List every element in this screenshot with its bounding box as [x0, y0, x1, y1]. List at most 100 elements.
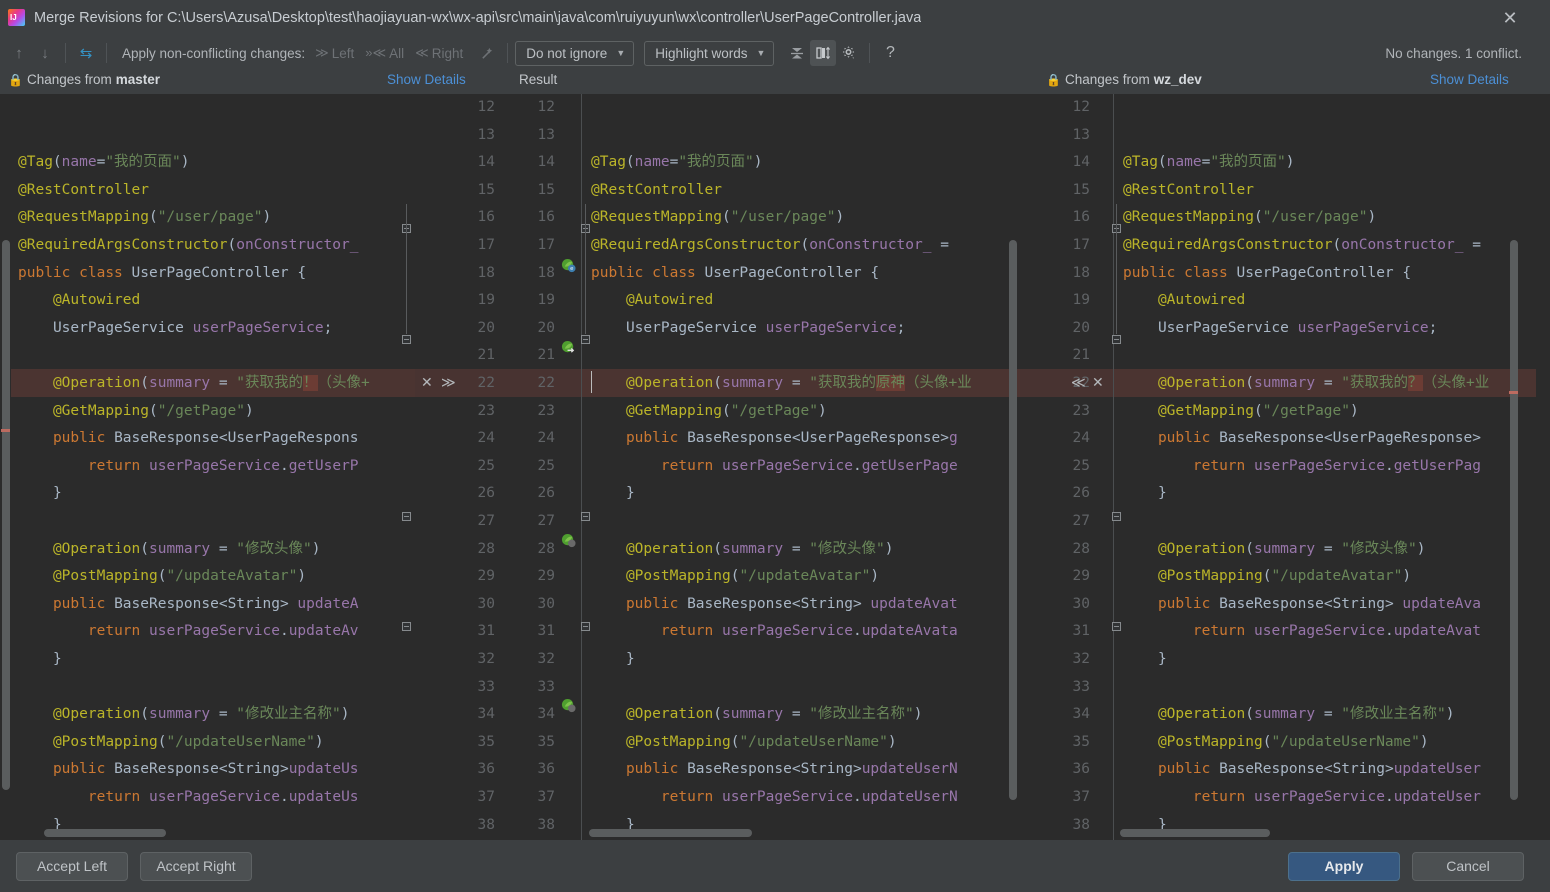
right-error-stripe[interactable]: [1509, 391, 1518, 394]
settings-gear-icon[interactable]: [836, 40, 862, 66]
merge-editors-area: @Tag(name="我的页面") @RestController @Request…: [0, 94, 1550, 840]
diff-toolbar: ↑ ↓ ⇆ Apply non-conflicting changes: ≫ L…: [0, 36, 1550, 70]
apply-right-label: Right: [431, 45, 464, 61]
lock-icon: 🔒: [1046, 72, 1061, 87]
code-line: }: [52, 485, 62, 502]
highlight-policy-value: Highlight words: [655, 45, 748, 61]
spring-bean-icon[interactable]: e: [561, 258, 576, 273]
code-line: @Operation(summary = "修改头像"): [625, 540, 894, 557]
right-code-layer: @Tag(name="我的页面") @RestController @Request…: [1020, 94, 1536, 840]
fold-marker[interactable]: [581, 512, 590, 521]
apply-left-button[interactable]: ≫ Left: [315, 45, 354, 61]
fold-marker[interactable]: [1112, 512, 1121, 521]
result-code-layer: @Tag(name="我的页面") @RestController @Request…: [415, 94, 1020, 840]
synchronize-scroll-icon[interactable]: ⇆: [73, 40, 99, 66]
code-line: @RequestMapping("/user/page"): [18, 209, 272, 226]
fold-line: [1116, 204, 1117, 334]
accept-left-button[interactable]: Accept Left: [16, 851, 128, 881]
accept-right-button[interactable]: Accept Right: [140, 851, 252, 881]
help-icon[interactable]: ?: [877, 40, 903, 66]
collapse-unchanged-icon[interactable]: [784, 40, 810, 66]
code-line: @Operation(summary = "修改业主名称"): [625, 706, 923, 723]
right-horizontal-scrollbar[interactable]: [1120, 829, 1270, 837]
code-line: @Autowired: [625, 292, 714, 309]
code-line: @GetMapping("/getPage"): [1157, 402, 1359, 419]
code-line: @RestController: [18, 181, 149, 198]
right-editor-pane[interactable]: 12 13 14 15 16 17 18 19 20 21 22 23 24 25 26 27 28 29 30 31…: [1020, 94, 1536, 840]
toolbar-separator: [507, 43, 509, 63]
fold-marker[interactable]: [581, 335, 590, 344]
chevron-down-icon: ▼: [756, 48, 766, 58]
fold-marker[interactable]: [402, 335, 411, 344]
code-line: return userPageService.getUserPag: [1192, 457, 1481, 474]
apply-right-button[interactable]: ≪ Right: [415, 45, 463, 61]
magic-resolve-icon[interactable]: [474, 40, 500, 66]
highlight-policy-select[interactable]: Highlight words ▼: [644, 40, 775, 66]
apply-button[interactable]: Apply: [1288, 851, 1400, 881]
text-caret: [591, 371, 592, 393]
code-line: public BaseResponse<String> updateA: [52, 595, 359, 612]
columns-icon-svg: [816, 46, 831, 60]
code-line: public class UserPageController {: [591, 264, 880, 281]
code-line: @PostMapping("/updateUserName"): [625, 733, 897, 750]
code-line: return userPageService.updateAvata: [660, 623, 958, 640]
fold-marker[interactable]: [581, 622, 590, 631]
code-line: @PostMapping("/updateAvatar"): [625, 568, 880, 585]
code-line: @GetMapping("/getPage"): [625, 402, 827, 419]
diff-status-text: No changes. 1 conflict.: [1385, 45, 1522, 61]
title-bar: Merge Revisions for C:\Users\Azusa\Deskt…: [0, 0, 1550, 36]
previous-difference-icon[interactable]: ↑: [6, 40, 32, 66]
code-line: @RestController: [1123, 181, 1254, 198]
right-branch-name: wz_dev: [1153, 72, 1202, 87]
toggle-columns-icon[interactable]: [810, 40, 837, 66]
code-line: return userPageService.updateUserN: [660, 789, 958, 805]
code-line: @Operation(summary = "修改业主名称"): [52, 706, 350, 723]
spring-bean-icon[interactable]: [561, 698, 576, 713]
spring-bean-icon[interactable]: [561, 533, 576, 548]
ignore-policy-value: Do not ignore: [526, 45, 608, 61]
right-pane-scrollbar[interactable]: [1510, 240, 1518, 800]
code-line: }: [625, 651, 635, 667]
code-line: @PostMapping("/updateUserName"): [1157, 733, 1429, 750]
code-line: }: [1157, 651, 1167, 667]
fold-marker[interactable]: [1112, 335, 1121, 344]
result-horizontal-scrollbar[interactable]: [589, 829, 752, 837]
result-editor-pane[interactable]: ✕ ≫ 12 12 13 13 14 14 15 15 16 16 17 17 18 18 19 19 20 20…: [415, 94, 1020, 840]
code-line: @Tag(name="我的页面"): [591, 154, 763, 171]
code-line: public class UserPageController {: [1123, 264, 1412, 281]
code-line: public BaseResponse<String> updateAvat: [625, 595, 958, 612]
chevron-both-icon: »≪: [365, 45, 387, 60]
code-line: }: [52, 651, 62, 667]
merge-revisions-dialog: ⚠ Merge Revisions for C:\Users\Azusa\Des…: [0, 0, 1550, 892]
right-show-details-link[interactable]: Show Details: [1430, 72, 1509, 87]
code-line: return userPageService.getUserP: [87, 457, 359, 474]
code-line: UserPageService userPageService;: [52, 319, 333, 336]
cancel-button[interactable]: Cancel: [1412, 851, 1524, 881]
fold-marker[interactable]: [1112, 622, 1121, 631]
spring-autowired-icon[interactable]: [561, 340, 575, 354]
fold-line: [585, 204, 586, 334]
apply-left-label: Left: [331, 45, 355, 61]
fold-marker[interactable]: [402, 622, 411, 631]
code-line: @Operation(summary = "获取我的！（头像+: [52, 375, 370, 391]
chevron-down-icon: ▼: [616, 48, 626, 58]
apply-all-button[interactable]: »≪ All: [365, 45, 404, 61]
left-show-details-link[interactable]: Show Details: [387, 72, 466, 87]
wand-icon-svg: [482, 47, 492, 59]
result-pane-scrollbar[interactable]: [1009, 240, 1017, 800]
code-line: return userPageService.updateAv: [87, 623, 359, 640]
code-line: @RequiredArgsConstructor(onConstructor_: [18, 237, 359, 253]
ignore-policy-select[interactable]: Do not ignore ▼: [515, 40, 635, 66]
right-caption-text: Changes from: [1064, 72, 1150, 87]
code-line: @Operation(summary = "修改头像"): [1157, 540, 1426, 557]
code-line: UserPageService userPageService;: [625, 319, 906, 336]
fold-marker[interactable]: [402, 512, 411, 521]
close-icon[interactable]: ✕: [1496, 4, 1524, 32]
toolbar-separator: [869, 43, 871, 63]
code-line: @Operation(summary = "获取我的？（头像+业: [1157, 375, 1490, 391]
next-difference-icon[interactable]: ↓: [32, 40, 58, 66]
chevron-right-icon: ≫: [315, 45, 329, 60]
lock-icon: 🔒: [8, 72, 23, 87]
left-editor-pane[interactable]: @Tag(name="我的页面") @RestController @Request…: [0, 94, 415, 840]
left-horizontal-scrollbar[interactable]: [44, 829, 166, 837]
